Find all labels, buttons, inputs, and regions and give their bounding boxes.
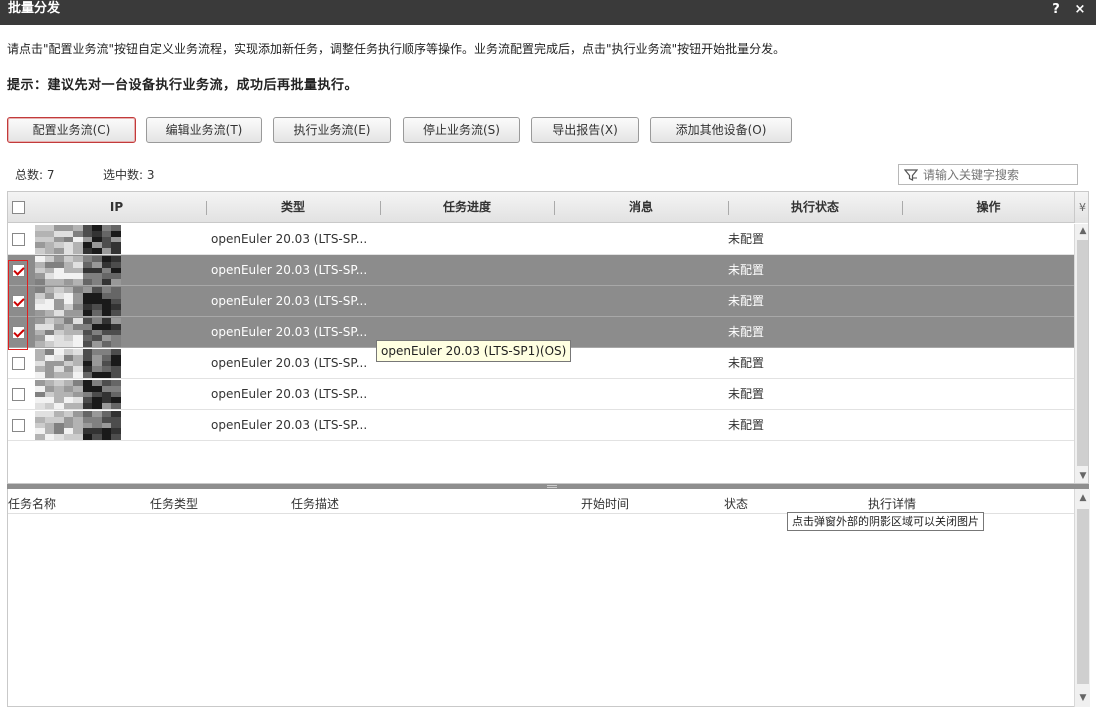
splitter-grip-icon[interactable]	[547, 485, 557, 488]
configure-workflow-button[interactable]: 配置业务流(C)	[7, 117, 136, 143]
status-cell: 未配置	[728, 387, 765, 401]
scroll-up-icon[interactable]: ▲	[1075, 224, 1088, 238]
stop-workflow-button[interactable]: 停止业务流(S)	[403, 117, 520, 143]
overlay-tip: 点击弹窗外部的阴影区域可以关闭图片	[787, 512, 984, 531]
type-cell: openEuler 20.03 (LTS-SP...	[211, 387, 368, 401]
intro-text: 请点击"配置业务流"按钮自定义业务流程，实现添加新任务，调整任务执行顺序等操作。…	[7, 42, 786, 56]
row-checkbox[interactable]	[12, 264, 25, 277]
status-cell: 未配置	[728, 356, 765, 370]
row-checkbox[interactable]	[12, 233, 25, 246]
execute-workflow-button[interactable]: 执行业务流(E)	[273, 117, 391, 143]
type-tooltip: openEuler 20.03 (LTS-SP1)(OS)	[376, 340, 572, 362]
col-exec-status[interactable]: 执行状态	[729, 192, 901, 223]
type-cell: openEuler 20.03 (LTS-SP...	[211, 263, 368, 277]
row-checkbox[interactable]	[12, 357, 25, 370]
filter-icon	[904, 169, 918, 181]
task-col-start[interactable]: 开始时间	[581, 495, 629, 512]
task-col-detail[interactable]: 执行详情	[868, 495, 916, 512]
status-cell: 未配置	[728, 418, 765, 432]
scroll-down-icon[interactable]: ▼	[1075, 469, 1088, 483]
hint-text: 提示：建议先对一台设备执行业务流，成功后再批量执行。	[7, 78, 359, 93]
table-row[interactable]: openEuler 20.03 (LTS-SP... 未配置	[8, 286, 1074, 317]
select-all-checkbox[interactable]	[12, 201, 25, 214]
task-col-desc[interactable]: 任务描述	[291, 495, 339, 512]
task-col-type[interactable]: 任务类型	[150, 495, 198, 512]
ip-cell-redacted	[35, 411, 122, 441]
task-scrollbar[interactable]: ▲ ▼	[1074, 489, 1090, 707]
type-cell: openEuler 20.03 (LTS-SP...	[211, 294, 368, 308]
table-row[interactable]: openEuler 20.03 (LTS-SP... 未配置	[8, 255, 1074, 286]
edit-workflow-button[interactable]: 编辑业务流(T)	[146, 117, 262, 143]
grid-scrollbar[interactable]: ▲ ▼	[1074, 224, 1088, 483]
help-button[interactable]: ?	[1047, 1, 1065, 19]
table-row[interactable]: openEuler 20.03 (LTS-SP... 未配置	[8, 410, 1074, 441]
task-col-status[interactable]: 状态	[724, 495, 748, 512]
type-cell: openEuler 20.03 (LTS-SP...	[211, 232, 368, 246]
ip-cell-redacted	[35, 256, 122, 286]
col-type[interactable]: 类型	[207, 192, 379, 223]
window-titlebar: 批量分发 ? ×	[0, 0, 1096, 25]
ip-cell-redacted	[35, 225, 122, 255]
grid-header: IP 类型 任务进度 消息 执行状态 操作 ¥	[8, 192, 1088, 223]
status-cell: 未配置	[728, 232, 765, 246]
export-report-button[interactable]: 导出报告(X)	[531, 117, 639, 143]
ip-cell-redacted	[35, 318, 122, 348]
add-device-button[interactable]: 添加其他设备(O)	[650, 117, 792, 143]
table-row[interactable]: openEuler 20.03 (LTS-SP... 未配置	[8, 224, 1074, 255]
selected-count: 选中数: 3	[103, 168, 155, 182]
search-input[interactable]	[923, 167, 1073, 183]
row-checkbox[interactable]	[12, 388, 25, 401]
col-ip[interactable]: IP	[28, 192, 205, 223]
close-button[interactable]: ×	[1071, 1, 1089, 19]
device-grid: IP 类型 任务进度 消息 执行状态 操作 ¥ openEuler 20.03 …	[7, 191, 1089, 484]
type-cell: openEuler 20.03 (LTS-SP...	[211, 325, 368, 339]
window-title: 批量分发	[8, 1, 61, 16]
row-checkbox[interactable]	[12, 295, 25, 308]
scroll-thumb[interactable]	[1077, 240, 1088, 466]
scroll-down-icon[interactable]: ▼	[1075, 691, 1091, 705]
type-cell: openEuler 20.03 (LTS-SP...	[211, 418, 368, 432]
col-progress[interactable]: 任务进度	[381, 192, 553, 223]
ip-cell-redacted	[35, 287, 122, 317]
col-message[interactable]: 消息	[555, 192, 727, 223]
scroll-thumb[interactable]	[1077, 509, 1089, 684]
table-row[interactable]: openEuler 20.03 (LTS-SP... 未配置	[8, 379, 1074, 410]
ip-cell-redacted	[35, 380, 122, 410]
scroll-up-icon[interactable]: ▲	[1075, 491, 1091, 505]
status-cell: 未配置	[728, 263, 765, 277]
status-cell: 未配置	[728, 325, 765, 339]
row-checkbox[interactable]	[12, 326, 25, 339]
total-count: 总数: 7	[15, 168, 55, 182]
row-checkbox[interactable]	[12, 419, 25, 432]
col-actions[interactable]: 操作	[903, 192, 1074, 223]
task-col-name[interactable]: 任务名称	[8, 495, 56, 512]
column-menu-icon[interactable]: ¥	[1074, 192, 1088, 223]
type-cell: openEuler 20.03 (LTS-SP...	[211, 356, 368, 370]
search-box[interactable]	[898, 164, 1078, 185]
ip-cell-redacted	[35, 349, 122, 379]
status-cell: 未配置	[728, 294, 765, 308]
